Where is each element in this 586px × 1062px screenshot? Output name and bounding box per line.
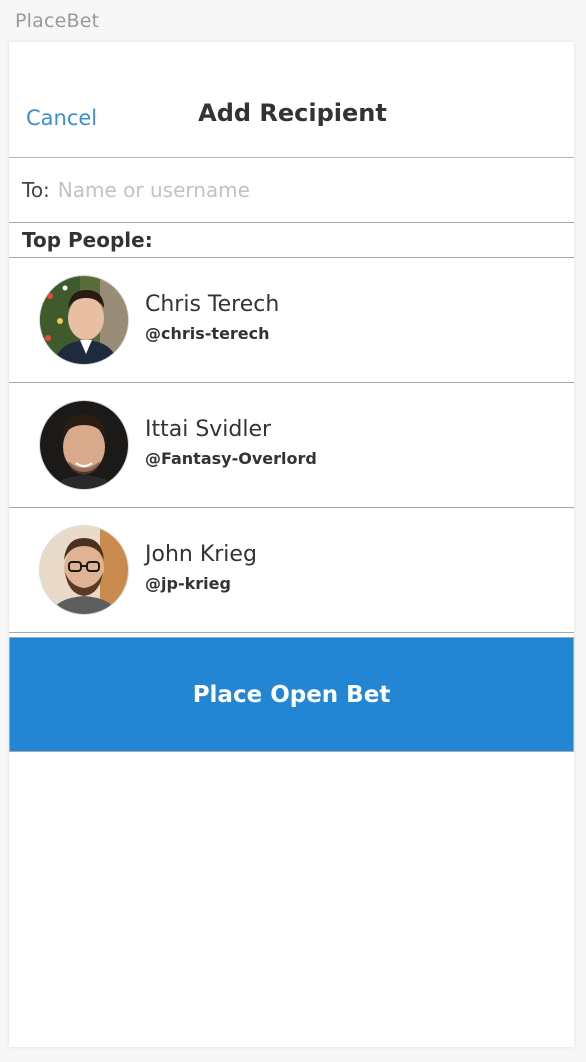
place-open-bet-button[interactable]: Place Open Bet — [9, 637, 574, 752]
person-handle: @Fantasy-Overlord — [145, 449, 317, 468]
recipient-search-row: To: — [9, 158, 574, 223]
recipient-search-input[interactable] — [57, 178, 528, 202]
top-people-header: Top People: — [9, 223, 574, 258]
list-item-person[interactable]: John Krieg @jp-krieg — [9, 508, 574, 633]
avatar — [40, 526, 128, 614]
list-item-person[interactable]: Chris Terech @chris-terech — [9, 258, 574, 383]
top-people-label: Top People: — [22, 228, 153, 252]
app-title: PlaceBet — [15, 10, 100, 32]
avatar — [40, 276, 128, 364]
avatar — [40, 401, 128, 489]
navigation-bar: Cancel Add Recipient — [9, 42, 574, 158]
add-recipient-panel: Cancel Add Recipient To: Top People: — [9, 42, 574, 1047]
person-handle: @jp-krieg — [145, 574, 231, 593]
person-name: John Krieg — [145, 542, 257, 567]
person-name: Chris Terech — [145, 292, 280, 317]
person-name: Ittai Svidler — [145, 417, 272, 442]
page-title: Add Recipient — [198, 99, 387, 127]
list-item-person[interactable]: Ittai Svidler @Fantasy-Overlord — [9, 383, 574, 508]
to-label: To: — [22, 178, 50, 202]
person-handle: @chris-terech — [145, 324, 270, 343]
